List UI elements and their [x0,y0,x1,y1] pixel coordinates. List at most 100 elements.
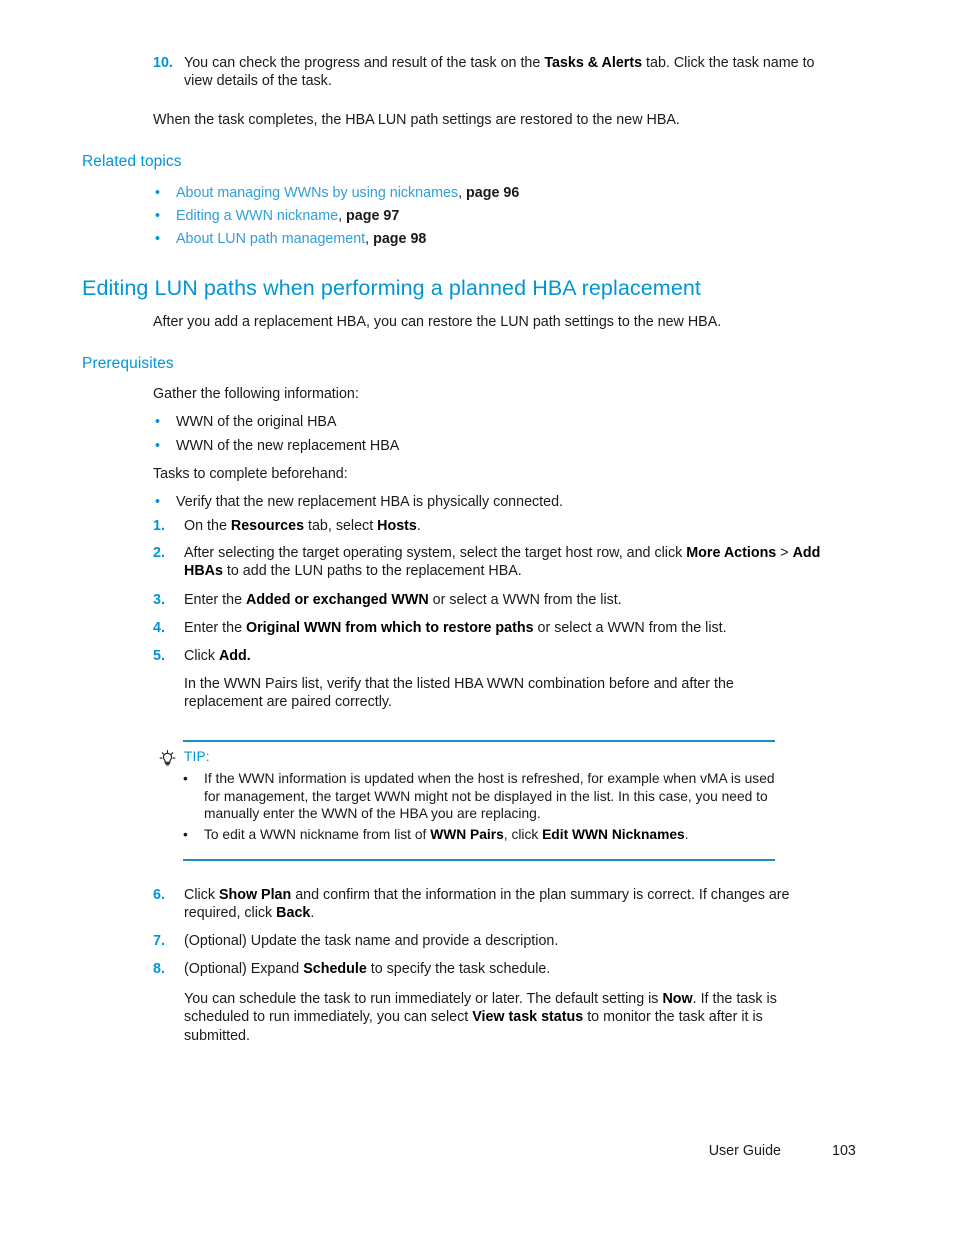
step-3-text: Enter the Added or exchanged WWN or sele… [184,591,828,609]
related-topic-line-1: About managing WWNs by using nicknames, … [176,184,828,202]
step-4-number: 4. [153,620,165,636]
step-3-part2: or select a WWN from the list. [428,592,622,608]
tip-bottom-rule [183,859,775,861]
step-2-part3: to add the LUN paths to the replacement … [222,563,522,580]
step-1-part1: On the [184,518,231,534]
section-heading: Editing LUN paths when performing a plan… [82,276,702,300]
related-topic-link-3[interactable]: About LUN path management [176,231,365,247]
tip-item-2-part3: . [684,826,689,842]
prerequisite-item-1: • WWN of the original HBA [153,413,828,431]
step-8: 8. (Optional) Expand Schedule to specify… [153,960,828,978]
prerequisite-item-2: • WWN of the new replacement HBA [153,437,828,455]
tip-item-1-text: If the WWN information is updated when t… [204,771,775,822]
lightbulb-icon [159,750,176,767]
tip-top-rule [183,740,775,742]
bullet-icon: • [155,438,161,454]
step-6: 6. Click Show Plan and confirm that the … [153,886,828,923]
step-6-part1: Click [184,887,219,903]
step-1: 1. On the Resources tab, select Hosts. [153,517,828,535]
step-4-part2: or select a WWN from the list. [533,620,727,636]
step-1-text: On the Resources tab, select Hosts. [184,517,828,535]
step-1-bold-hosts: Hosts [377,518,417,534]
tip-item-2-bold-wwn-pairs: WWN Pairs [430,826,504,842]
tip-item-2-text: To edit a WWN nickname from list of WWN … [204,826,783,844]
step-2-part2: > [776,545,793,561]
related-topic-line-3: About LUN path management, page 98 [176,230,828,248]
step-4-bold-original-wwn: Original WWN from which to restore paths [246,620,534,636]
step-5: 5. Click Add. [153,647,828,665]
related-topic-item-1[interactable]: • About managing WWNs by using nicknames… [153,184,828,202]
step-6-bold-show-plan: Show Plan [218,887,292,903]
related-topic-comma-3: , [365,231,374,247]
tasks-beforehand-item-1: • Verify that the new replacement HBA is… [153,493,828,511]
tip-item-1: • If the WWN information is updated when… [183,770,783,823]
section-intro-paragraph: After you add a replacement HBA, you can… [153,314,722,330]
related-topic-link-2[interactable]: Editing a WWN nickname [176,208,338,224]
step-5-text: Click Add. [184,647,828,665]
related-topic-line-2: Editing a WWN nickname, page 97 [176,207,828,225]
step-4-text: Enter the Original WWN from which to res… [184,619,828,637]
page-footer: User Guide 103 [82,1143,872,1165]
task-complete-paragraph: When the task completes, the HBA LUN pat… [153,112,680,128]
step-1-bold-resources: Resources [230,518,305,534]
related-topic-comma-1: , [458,185,467,201]
step-8-part2: to specify the task schedule. [366,961,551,977]
step-2-text: After selecting the target operating sys… [184,544,828,581]
bullet-icon: • [183,826,188,842]
tasks-beforehand-item-1-text: Verify that the new replacement HBA is p… [176,494,564,510]
step-7: 7. (Optional) Update the task name and p… [153,932,828,950]
bullet-icon: • [155,231,161,247]
step-5-bold-add: Add. [218,648,251,664]
footer-page-number: 103 [832,1143,856,1159]
tip-label: TIP: [184,749,210,764]
step-8-note-bold-view-task-status: View task status [472,1009,584,1026]
tip-item-2: • To edit a WWN nickname from list of WW… [183,826,783,844]
step-3-bold-added-wwn: Added or exchanged WWN [246,592,429,608]
step-2-bold-more-actions: More Actions [686,545,777,561]
step-6-number: 6. [153,887,165,903]
prerequisite-item-1-text: WWN of the original HBA [176,414,337,430]
bullet-icon: • [155,414,161,430]
related-topic-comma-2: , [338,208,347,224]
bullet-icon: • [155,185,161,201]
prerequisites-heading: Prerequisites [82,355,174,372]
related-topic-pageref-1: page 96 [466,185,520,201]
related-topic-item-3[interactable]: • About LUN path management, page 98 [153,230,828,248]
step-4: 4. Enter the Original WWN from which to … [153,619,828,637]
step-3: 3. Enter the Added or exchanged WWN or s… [153,591,828,609]
step-10: 10. You can check the progress and resul… [153,54,828,91]
related-topics-heading: Related topics [82,153,182,170]
step-8-part1: (Optional) Expand [184,961,304,977]
related-topic-pageref-3: page 98 [373,231,427,247]
related-topic-link-1[interactable]: About managing WWNs by using nicknames [176,185,458,201]
step-1-part2: tab, select [304,518,378,534]
step-10-text-part1: You can check the progress and result of… [184,55,545,71]
step-8-note-part1: You can schedule the task to run immedia… [184,991,663,1007]
footer-guide-label: User Guide [708,1143,781,1159]
step-6-text: Click Show Plan and confirm that the inf… [184,886,828,923]
step-8-note: You can schedule the task to run immedia… [184,990,824,1045]
step-5-number: 5. [153,648,165,664]
step-8-text: (Optional) Expand Schedule to specify th… [184,960,828,978]
related-topic-item-2[interactable]: • Editing a WWN nickname, page 97 [153,207,828,225]
step-8-note-bold-now: Now [662,991,693,1007]
step-8-bold-schedule: Schedule [303,961,367,977]
step-6-bold-back: Back [276,905,311,922]
bullet-icon: • [155,494,161,510]
step-7-number: 7. [153,933,165,949]
step-6-part3: . [310,905,315,922]
bullet-icon: • [155,208,161,224]
tip-item-2-part2: , click [503,826,543,842]
step-4-part1: Enter the [184,620,246,636]
step-10-number: 10. [153,55,173,71]
document-page: 10. You can check the progress and resul… [0,0,954,1235]
tip-item-2-bold-edit-wwn-nicknames: Edit WWN Nicknames [542,826,685,842]
step-3-part1: Enter the [184,592,246,608]
bullet-icon: • [183,771,188,786]
tasks-beforehand-lead: Tasks to complete beforehand: [153,466,348,482]
step-2-part1: After selecting the target operating sys… [184,545,687,561]
step-5-note: In the WWN Pairs list, verify that the l… [184,676,734,711]
tip-body: • If the WWN information is updated when… [183,770,783,846]
step-5-part1: Click [184,648,219,664]
gather-information-lead: Gather the following information: [153,386,359,402]
